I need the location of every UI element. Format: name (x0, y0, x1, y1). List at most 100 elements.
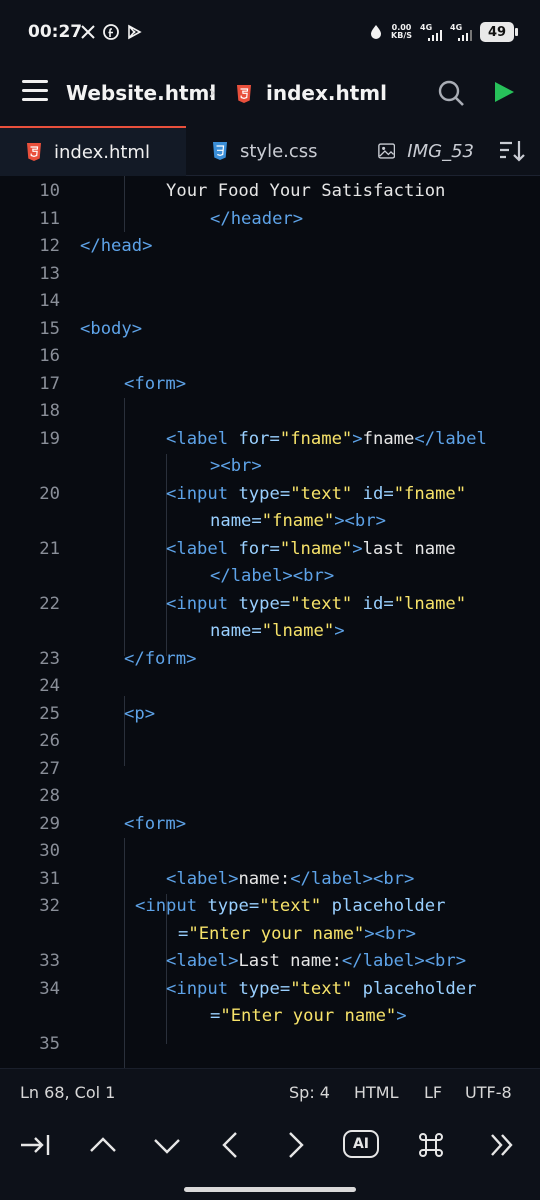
line-number: 16 (39, 346, 60, 366)
line-number: 13 (39, 263, 60, 284)
menu-icon[interactable] (22, 80, 48, 102)
line-number: 21 (39, 538, 60, 559)
code-line[interactable]: 22 <input type="text" id="lname" (0, 591, 540, 618)
code-line[interactable]: 11 </header> (0, 206, 540, 233)
code-text: </head> (80, 236, 153, 256)
code-line[interactable]: 32 <input type="text" placeholder (0, 893, 540, 920)
code-line[interactable]: 21 <label for="lname">last name (0, 536, 540, 563)
code-text: <body> (80, 318, 143, 339)
line-number: 32 (39, 896, 60, 916)
line-number: 20 (39, 483, 60, 504)
line-number: 27 (39, 758, 60, 779)
arrow-up-icon[interactable] (86, 1128, 120, 1162)
line-number: 23 (39, 648, 60, 669)
tab-label: style.css (240, 140, 318, 162)
arrow-right-icon[interactable] (278, 1128, 312, 1162)
tab-img[interactable]: IMG_53 (354, 126, 474, 176)
signal-sim1-icon: 4G (420, 23, 442, 41)
breadcrumb-project[interactable]: Website.html (66, 81, 216, 105)
code-line[interactable]: 34 <input type="text" placeholder (0, 976, 540, 1003)
image-icon (378, 143, 396, 159)
tab-list-sort-icon[interactable] (498, 138, 526, 164)
run-icon[interactable] (492, 80, 516, 104)
arrow-left-icon[interactable] (214, 1128, 248, 1162)
code-line[interactable]: 16 (0, 343, 540, 370)
code-line[interactable]: ="Enter your name"> (0, 1003, 540, 1030)
indent-spaces[interactable]: Sp: 4 (289, 1083, 330, 1102)
line-number: 10 (39, 181, 60, 201)
home-gesture-bar[interactable] (184, 1187, 356, 1192)
code-text: <form> (124, 373, 187, 394)
code-line[interactable]: 23 </form> (0, 646, 540, 673)
line-number: 35 (39, 1033, 60, 1054)
code-text: Your Food Your Satisfaction (166, 181, 446, 201)
code-line[interactable]: 19 <label for="fname">fname</label (0, 426, 540, 453)
code-line[interactable]: 29 <form> (0, 811, 540, 838)
net-speed: 0.00 KB/S (391, 23, 412, 40)
editor-status-bar: Ln 68, Col 1 Sp: 4 HTML LF UTF-8 (0, 1068, 540, 1114)
line-ending[interactable]: LF (424, 1083, 442, 1102)
html5-icon (27, 143, 41, 161)
line-number: 19 (39, 428, 60, 449)
code-line[interactable]: 10 Your Food Your Satisfaction (0, 178, 540, 205)
code-text: <input type="text" id="fname" (166, 483, 467, 504)
tab-index-html[interactable]: index.html (0, 126, 186, 176)
code-line[interactable]: 24 (0, 673, 540, 700)
code-text: <input type="text" placeholder (166, 978, 477, 999)
code-line[interactable]: 14 (0, 288, 540, 315)
code-line[interactable]: 28 (0, 783, 540, 810)
code-line[interactable]: 30 (0, 838, 540, 865)
code-text: name="lname"> (210, 621, 345, 641)
line-number: 15 (39, 318, 60, 339)
play-store-icon (128, 24, 142, 40)
css3-icon (213, 142, 227, 160)
breadcrumb-file[interactable]: index.html (266, 81, 387, 105)
code-text: name="fname"><br> (210, 511, 386, 531)
language-mode[interactable]: HTML (354, 1083, 399, 1102)
code-line[interactable]: 26 (0, 728, 540, 755)
code-editor[interactable]: 10 Your Food Your Satisfaction 11 </header>… (0, 176, 540, 1068)
status-bar: 00:27 0.00 KB/S 4G 4G 49 (0, 0, 540, 64)
code-text: </label><br> (210, 566, 335, 586)
code-line[interactable]: ><br> (0, 453, 540, 480)
code-line[interactable]: 15 <body> (0, 316, 540, 343)
encoding[interactable]: UTF-8 (465, 1083, 512, 1102)
code-line[interactable]: 25 <p> (0, 701, 540, 728)
code-text: <input type="text" placeholder (135, 896, 446, 916)
file-tabs: index.html style.css IMG_53 (0, 126, 540, 176)
code-line[interactable]: </label><br> (0, 563, 540, 590)
code-line[interactable]: ="Enter your name"><br> (0, 921, 540, 948)
code-text: ="Enter your name"><br> (178, 923, 417, 944)
arrow-down-icon[interactable] (150, 1128, 184, 1162)
code-line[interactable]: 33 <label>Last name:</label><br> (0, 948, 540, 975)
code-line[interactable]: 13 (0, 261, 540, 288)
line-number: 24 (39, 676, 60, 696)
tab-key-icon[interactable] (18, 1128, 52, 1162)
code-line[interactable]: 12 </head> (0, 233, 540, 260)
signal-sim2-icon: 4G (450, 23, 472, 41)
tab-label: IMG_53 (407, 140, 474, 162)
code-line[interactable]: 31 <label>name:</label><br> (0, 866, 540, 893)
app-header: Website.html › index.html (0, 64, 540, 126)
html5-icon (237, 85, 251, 103)
code-line[interactable]: 35 (0, 1031, 540, 1058)
code-text: <input type="text" id="lname" (166, 593, 467, 614)
x-twitter-icon (81, 25, 95, 39)
search-icon[interactable] (436, 78, 466, 108)
command-key-icon[interactable] (414, 1128, 448, 1162)
ai-assistant-button[interactable]: AI (343, 1130, 379, 1158)
line-number: 25 (39, 703, 60, 724)
code-line[interactable]: name="lname"> (0, 618, 540, 645)
code-line[interactable]: 17 <form> (0, 371, 540, 398)
code-line[interactable]: 27 (0, 756, 540, 783)
data-saver-icon (371, 25, 382, 39)
facebook-icon (103, 24, 119, 40)
line-number: 26 (39, 731, 60, 751)
code-line[interactable]: 20 <input type="text" id="fname" (0, 481, 540, 508)
code-line[interactable]: 18 (0, 398, 540, 425)
double-chevron-right-icon[interactable] (486, 1128, 520, 1162)
tab-style-css[interactable]: style.css (186, 126, 354, 176)
cursor-position[interactable]: Ln 68, Col 1 (20, 1083, 115, 1102)
code-line[interactable]: name="fname"><br> (0, 508, 540, 535)
code-text: ="Enter your name"> (210, 1006, 407, 1026)
